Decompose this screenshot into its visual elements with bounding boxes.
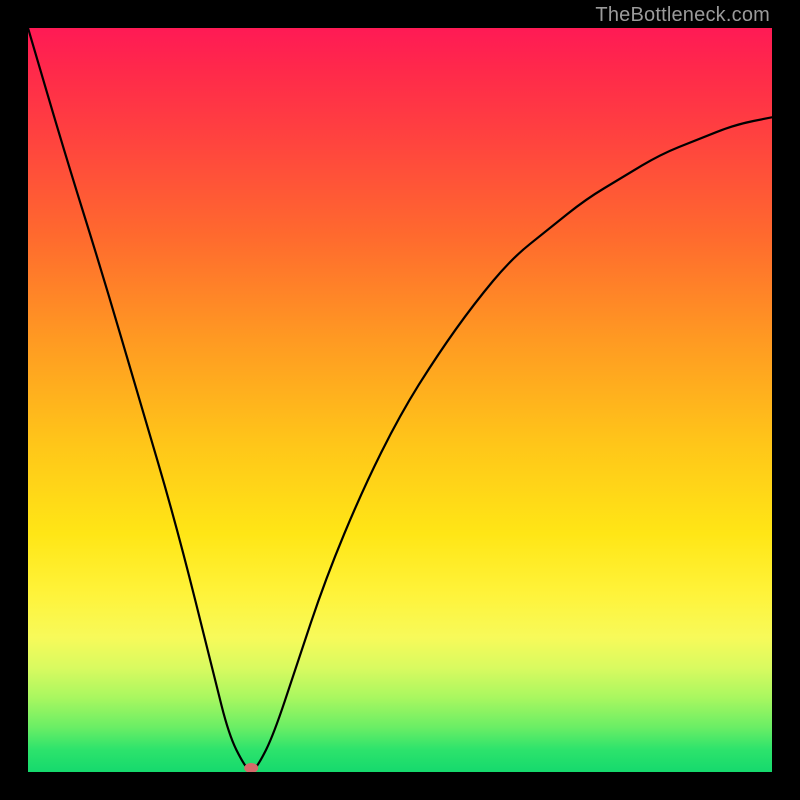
bottleneck-curve — [28, 28, 772, 772]
chart-frame: TheBottleneck.com — [0, 0, 800, 800]
curve-path — [28, 28, 772, 770]
minimum-marker — [244, 763, 258, 772]
plot-area — [28, 28, 772, 772]
watermark-text: TheBottleneck.com — [595, 4, 770, 27]
